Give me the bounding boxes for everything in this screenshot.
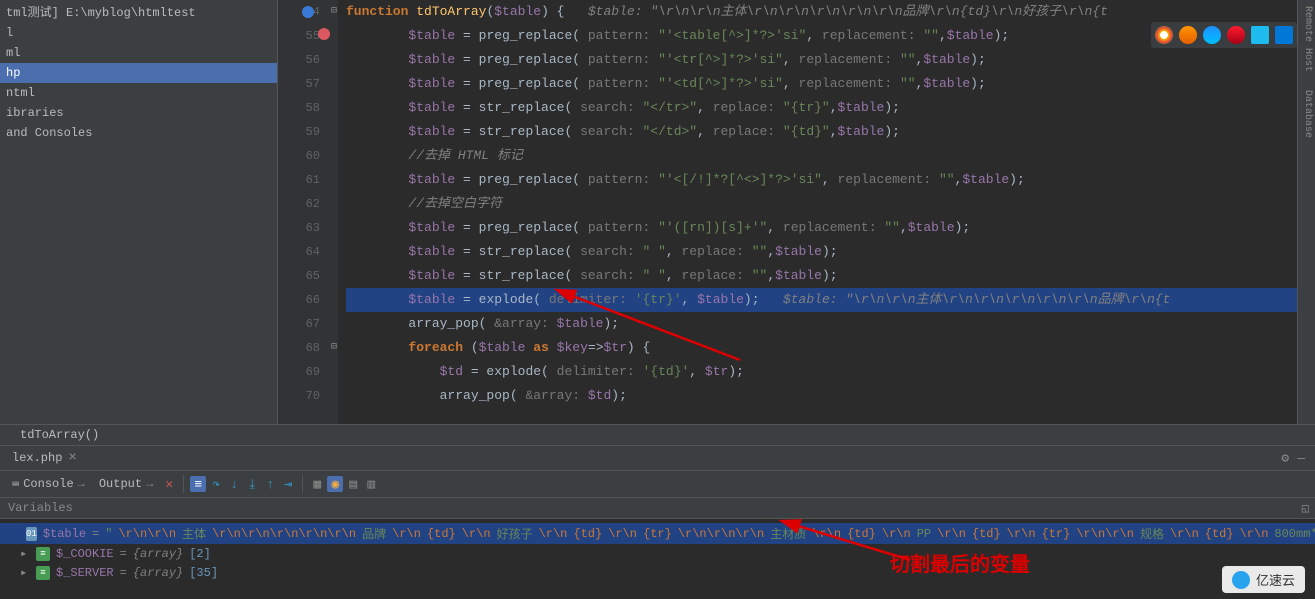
project-sidebar[interactable]: tml测试] E:\myblog\htmltest lmlhpntmlibrar…: [0, 0, 278, 424]
tree-item[interactable]: ibraries: [0, 103, 277, 123]
code-line[interactable]: $table = preg_replace( pattern: "'<tr[^>…: [346, 48, 1315, 72]
firefox-icon[interactable]: [1179, 26, 1197, 44]
gutter-line[interactable]: 62: [278, 192, 320, 216]
variables-panel[interactable]: 01$table = "\r\n\r\n主体\r\n\r\n\r\n\r\n\r…: [0, 519, 1315, 591]
code-line[interactable]: //去掉 HTML 标记: [346, 144, 1315, 168]
browser-icons: [1151, 22, 1297, 48]
variables-header: Variables ◱: [0, 498, 1315, 519]
gutter-line[interactable]: 55: [278, 24, 320, 48]
code-line[interactable]: $table = str_replace( search: " ", repla…: [346, 264, 1315, 288]
console-tab[interactable]: ⌨Console→: [6, 475, 91, 494]
show-frames-icon[interactable]: ≡: [190, 476, 206, 492]
evaluate-icon[interactable]: ▦: [309, 476, 325, 492]
tree-item[interactable]: hp: [0, 63, 277, 83]
gutter-line[interactable]: 60: [278, 144, 320, 168]
gutter-line[interactable]: 59: [278, 120, 320, 144]
project-tree: lmlhpntmlibrariesand Consoles: [0, 23, 277, 143]
run-to-cursor-icon[interactable]: ⇥: [280, 476, 296, 492]
gutter-line[interactable]: 64: [278, 240, 320, 264]
chrome-icon[interactable]: [1155, 26, 1173, 44]
sidebar-header: tml测试] E:\myblog\htmltest: [0, 0, 277, 23]
step-over-icon[interactable]: ↷: [208, 476, 224, 492]
code-line[interactable]: $table = preg_replace( pattern: "'([rn])…: [346, 216, 1315, 240]
gutter-line[interactable]: 57: [278, 72, 320, 96]
variable-row[interactable]: 01$table = "\r\n\r\n主体\r\n\r\n\r\n\r\n\r…: [0, 523, 1315, 544]
code-line[interactable]: foreach ($table as $key=>$tr) {: [346, 336, 1315, 360]
gutter-line[interactable]: 56: [278, 48, 320, 72]
gear-icon[interactable]: ⚙: [1281, 451, 1289, 466]
minimize-icon[interactable]: —: [1297, 451, 1305, 466]
debug-toolbar: ⌨Console→ Output→ ✕ ≡ ↷ ↓ ⤓ ↑ ⇥ ▦ ◉ ▤ ▥: [0, 471, 1315, 498]
edge-icon[interactable]: [1275, 26, 1293, 44]
gutter-line[interactable]: 63: [278, 216, 320, 240]
editor-area: 54⊟5556575859606162636465666768⊟6970 fun…: [278, 0, 1315, 424]
watch-icon[interactable]: ◉: [327, 476, 343, 492]
settings-icon[interactable]: ▤: [345, 476, 361, 492]
variable-icon: ≡: [36, 566, 50, 580]
debug-tab-bar: lex.php × ⚙ —: [0, 445, 1315, 471]
gutter-line[interactable]: 67: [278, 312, 320, 336]
force-step-into-icon[interactable]: ⤓: [244, 476, 260, 492]
code-line[interactable]: $table = str_replace( search: "</td>", r…: [346, 120, 1315, 144]
tree-item[interactable]: ntml: [0, 83, 277, 103]
gutter-line[interactable]: 58: [278, 96, 320, 120]
step-out-icon[interactable]: ↑: [262, 476, 278, 492]
gutter-line[interactable]: 65: [278, 264, 320, 288]
annotation-text: 切割最后的变量: [890, 548, 1030, 578]
ie-icon[interactable]: [1251, 26, 1269, 44]
watermark-icon: [1232, 571, 1250, 589]
variable-icon: 01: [26, 527, 37, 541]
right-toolwindow-rail[interactable]: Remote Host Database: [1297, 0, 1315, 424]
output-tab[interactable]: Output→: [93, 475, 159, 493]
fold-icon[interactable]: ⊟: [331, 336, 337, 360]
gutter-line[interactable]: 70: [278, 384, 320, 408]
code-line[interactable]: $table = str_replace( search: "</tr>", r…: [346, 96, 1315, 120]
variable-row[interactable]: ▸≡$_COOKIE = {array} [2]: [0, 544, 1315, 563]
tab-label: lex.php: [12, 451, 62, 465]
fold-icon[interactable]: ⊟: [331, 0, 337, 24]
restore-icon[interactable]: ◱: [1302, 501, 1309, 516]
variable-icon: ≡: [36, 547, 50, 561]
gutter-line[interactable]: 66: [278, 288, 320, 312]
variable-row[interactable]: ▸≡$_SERVER = {array} [35]: [0, 563, 1315, 582]
close-icon[interactable]: ×: [68, 450, 76, 466]
gutter-line[interactable]: 69: [278, 360, 320, 384]
tree-item[interactable]: and Consoles: [0, 123, 277, 143]
code-line[interactable]: $td = explode( delimiter: '{td}', $tr);: [346, 360, 1315, 384]
code-area[interactable]: function tdToArray($table) { $table: "\r…: [338, 0, 1315, 424]
close-icon[interactable]: ✕: [161, 476, 177, 492]
safari-icon[interactable]: [1203, 26, 1221, 44]
step-into-icon[interactable]: ↓: [226, 476, 242, 492]
database-tab[interactable]: Database: [1302, 90, 1313, 138]
tree-item[interactable]: ml: [0, 43, 277, 63]
code-line[interactable]: $table = explode( delimiter: '{tr}', $ta…: [346, 288, 1315, 312]
code-line[interactable]: //去掉空白字符: [346, 192, 1315, 216]
gutter-line[interactable]: 68⊟: [278, 336, 320, 360]
more-icon[interactable]: ▥: [363, 476, 379, 492]
breadcrumb[interactable]: tdToArray(): [0, 424, 1315, 445]
debug-tab[interactable]: lex.php ×: [0, 446, 89, 470]
watermark-text: 亿速云: [1256, 570, 1295, 589]
code-line[interactable]: function tdToArray($table) { $table: "\r…: [346, 0, 1315, 24]
opera-icon[interactable]: [1227, 26, 1245, 44]
code-line[interactable]: $table = preg_replace( pattern: "'<[/!]*…: [346, 168, 1315, 192]
gutter-line[interactable]: 61: [278, 168, 320, 192]
code-line[interactable]: $table = preg_replace( pattern: "'<td[^>…: [346, 72, 1315, 96]
tree-item[interactable]: l: [0, 23, 277, 43]
code-line[interactable]: array_pop( &array: $table);: [346, 312, 1315, 336]
watermark: 亿速云: [1222, 566, 1305, 593]
remote-host-tab[interactable]: Remote Host: [1302, 6, 1313, 72]
gutter: 54⊟5556575859606162636465666768⊟6970: [278, 0, 338, 424]
code-line[interactable]: array_pop( &array: $td);: [346, 384, 1315, 408]
code-line[interactable]: $table = str_replace( search: " ", repla…: [346, 240, 1315, 264]
